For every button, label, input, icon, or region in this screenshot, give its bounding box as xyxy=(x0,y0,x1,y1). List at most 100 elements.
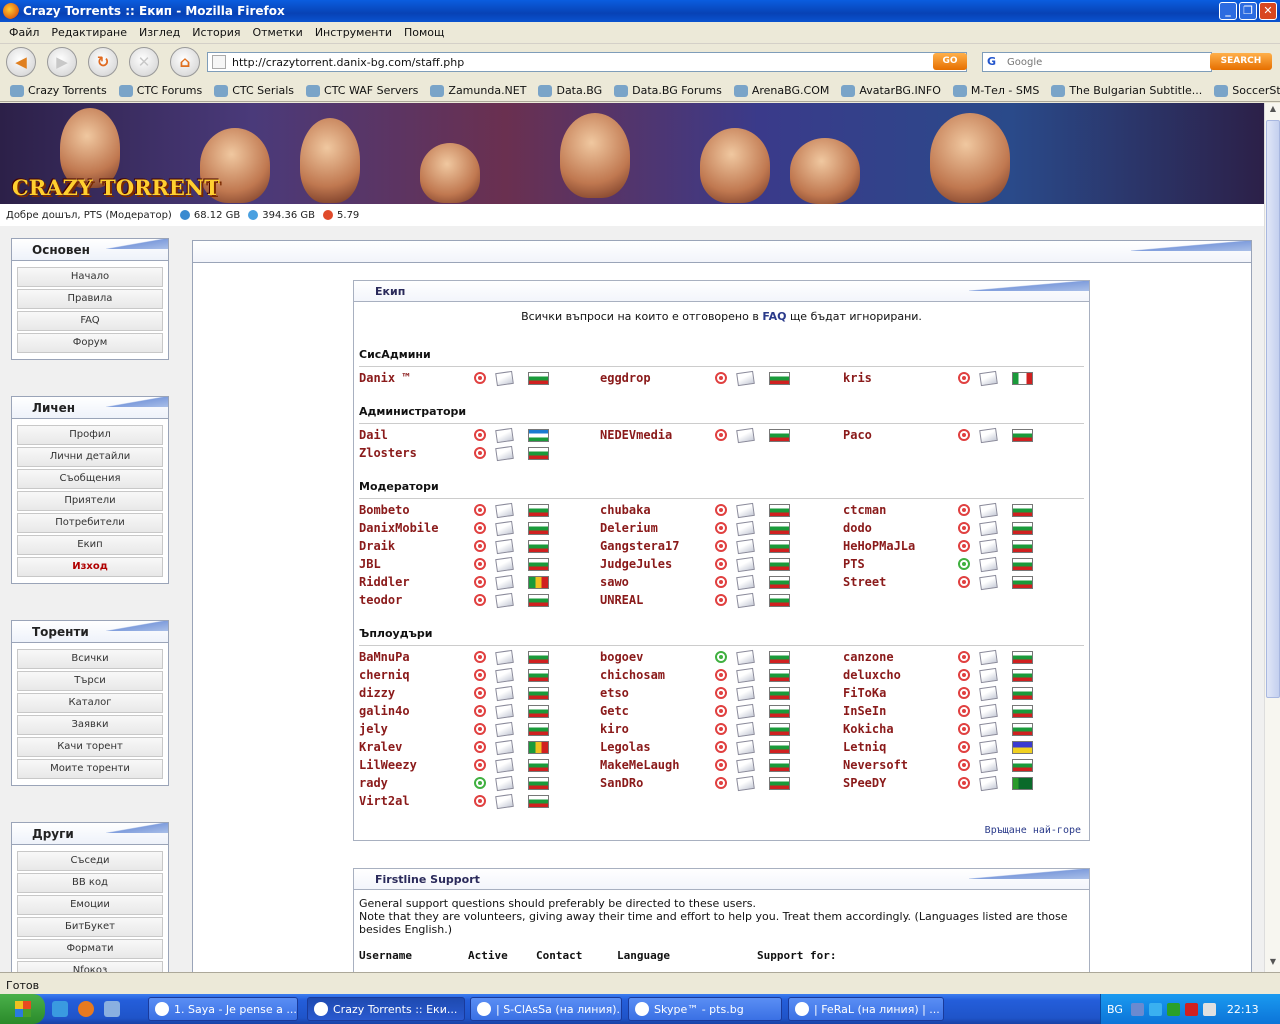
member-name-link[interactable]: InSeIn xyxy=(843,704,958,718)
send-message-icon[interactable] xyxy=(979,685,998,701)
taskbar-window-button[interactable]: Crazy Torrents :: Еки... xyxy=(307,997,465,1021)
send-message-icon[interactable] xyxy=(736,592,755,608)
send-message-icon[interactable] xyxy=(495,502,514,518)
menu-file[interactable]: Файл xyxy=(3,26,45,39)
send-message-icon[interactable] xyxy=(736,667,755,683)
stop-button[interactable]: ✕ xyxy=(129,47,159,77)
sidebar-link[interactable]: Правила xyxy=(17,289,163,309)
send-message-icon[interactable] xyxy=(495,703,514,719)
home-button[interactable]: ⌂ xyxy=(170,47,200,77)
member-name-link[interactable]: JudgeJules xyxy=(600,557,715,571)
close-button[interactable]: ✕ xyxy=(1259,2,1277,20)
member-name-link[interactable]: Virt2al xyxy=(359,794,474,808)
sidebar-link[interactable]: Nfoкоз xyxy=(17,961,163,972)
send-message-icon[interactable] xyxy=(495,649,514,665)
member-name-link[interactable]: HeHoPMaJLa xyxy=(843,539,958,553)
member-name-link[interactable]: PTS xyxy=(843,557,958,571)
member-name-link[interactable]: Gangstera17 xyxy=(600,539,715,553)
ie-quicklaunch-icon[interactable] xyxy=(52,1001,68,1017)
member-name-link[interactable]: Getc xyxy=(600,704,715,718)
taskbar-window-button[interactable]: 1. Saya - Je pense a ... xyxy=(148,997,298,1021)
bookmark-item[interactable]: ArenaBG.COM xyxy=(733,84,829,97)
send-message-icon[interactable] xyxy=(979,502,998,518)
firefox-quicklaunch-icon[interactable] xyxy=(78,1001,94,1017)
send-message-icon[interactable] xyxy=(495,739,514,755)
start-button[interactable] xyxy=(0,994,45,1024)
member-name-link[interactable]: Delerium xyxy=(600,521,715,535)
member-name-link[interactable]: Kokicha xyxy=(843,722,958,736)
member-name-link[interactable]: Bombeto xyxy=(359,503,474,517)
send-message-icon[interactable] xyxy=(495,721,514,737)
member-name-link[interactable]: eggdrop xyxy=(600,371,715,385)
member-name-link[interactable]: Street xyxy=(843,575,958,589)
sidebar-link[interactable]: Потребители xyxy=(17,513,163,533)
search-input[interactable] xyxy=(1007,56,1187,68)
member-name-link[interactable]: JBL xyxy=(359,557,474,571)
reload-button[interactable]: ↻ xyxy=(88,47,118,77)
sidebar-link[interactable]: БитБукет xyxy=(17,917,163,937)
send-message-icon[interactable] xyxy=(495,685,514,701)
send-message-icon[interactable] xyxy=(979,703,998,719)
send-message-icon[interactable] xyxy=(495,793,514,809)
taskbar-window-button[interactable]: | S-ClAsSa (на линия)... xyxy=(470,997,622,1021)
send-message-icon[interactable] xyxy=(979,427,998,443)
member-name-link[interactable]: jely xyxy=(359,722,474,736)
member-name-link[interactable]: Kralev xyxy=(359,740,474,754)
scroll-down-arrow[interactable]: ▼ xyxy=(1266,957,1280,971)
menu-history[interactable]: История xyxy=(186,26,246,39)
member-name-link[interactable]: UNREAL xyxy=(600,593,715,607)
bookmark-item[interactable]: Crazy Torrents xyxy=(10,84,107,97)
sidebar-link[interactable]: Профил xyxy=(17,425,163,445)
member-name-link[interactable]: canzone xyxy=(843,650,958,664)
sidebar-link[interactable]: Лични детайли xyxy=(17,447,163,467)
send-message-icon[interactable] xyxy=(979,520,998,536)
member-name-link[interactable]: Paco xyxy=(843,428,958,442)
member-name-link[interactable]: chichosam xyxy=(600,668,715,682)
faq-link[interactable]: FAQ xyxy=(762,310,786,323)
send-message-icon[interactable] xyxy=(736,427,755,443)
send-message-icon[interactable] xyxy=(495,757,514,773)
forward-button[interactable]: ▶ xyxy=(47,47,77,77)
send-message-icon[interactable] xyxy=(736,721,755,737)
sidebar-link[interactable]: BB код xyxy=(17,873,163,893)
member-name-link[interactable]: dodo xyxy=(843,521,958,535)
scroll-thumb[interactable] xyxy=(1266,120,1280,698)
sidebar-link[interactable]: Съседи xyxy=(17,851,163,871)
member-name-link[interactable]: chubaka xyxy=(600,503,715,517)
send-message-icon[interactable] xyxy=(979,649,998,665)
send-message-icon[interactable] xyxy=(979,370,998,386)
bookmark-item[interactable]: M-Тел - SMS xyxy=(952,84,1039,97)
maximize-button[interactable]: ❐ xyxy=(1239,2,1257,20)
sidebar-link[interactable]: Емоции xyxy=(17,895,163,915)
back-button[interactable]: ◀ xyxy=(6,47,36,77)
member-name-link[interactable]: NEDEVmedia xyxy=(600,428,715,442)
member-name-link[interactable]: kiro xyxy=(600,722,715,736)
menu-tools[interactable]: Инструменти xyxy=(309,26,398,39)
member-name-link[interactable]: MakeMeLaugh xyxy=(600,758,715,772)
sidebar-link[interactable]: Екип xyxy=(17,535,163,555)
send-message-icon[interactable] xyxy=(736,502,755,518)
search-box[interactable]: G xyxy=(982,52,1212,72)
sidebar-link[interactable]: Формати xyxy=(17,939,163,959)
send-message-icon[interactable] xyxy=(736,370,755,386)
send-message-icon[interactable] xyxy=(495,520,514,536)
send-message-icon[interactable] xyxy=(495,445,514,461)
member-name-link[interactable]: Draik xyxy=(359,539,474,553)
send-message-icon[interactable] xyxy=(495,592,514,608)
desktop-quicklaunch-icon[interactable] xyxy=(104,1001,120,1017)
member-name-link[interactable]: cherniq xyxy=(359,668,474,682)
network-icon[interactable] xyxy=(1130,1002,1144,1016)
member-name-link[interactable]: bogoev xyxy=(600,650,715,664)
member-name-link[interactable]: Zlosters xyxy=(359,446,474,460)
member-name-link[interactable]: SPeeDY xyxy=(843,776,958,790)
member-name-link[interactable]: DanixMobile xyxy=(359,521,474,535)
icq-tray-icon[interactable] xyxy=(1166,1002,1180,1016)
bp-tray-icon[interactable] xyxy=(1184,1002,1198,1016)
menu-view[interactable]: Изглед xyxy=(133,26,186,39)
member-name-link[interactable]: deluxcho xyxy=(843,668,958,682)
send-message-icon[interactable] xyxy=(736,649,755,665)
member-name-link[interactable]: Legolas xyxy=(600,740,715,754)
sidebar-link[interactable]: Търси xyxy=(17,671,163,691)
send-message-icon[interactable] xyxy=(495,775,514,791)
bookmark-item[interactable]: CTC WAF Servers xyxy=(306,84,418,97)
